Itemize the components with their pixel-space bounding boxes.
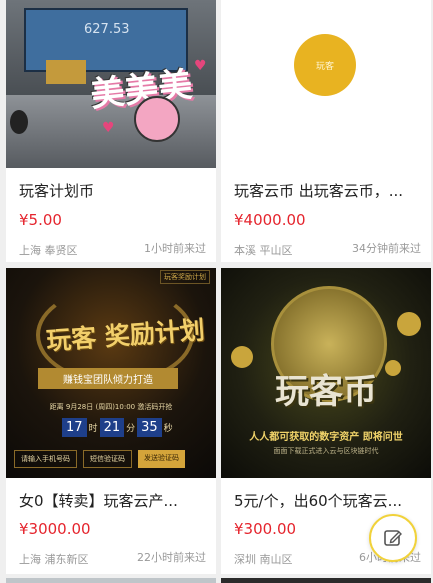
- product-image[interactable]: 玩客币 人人都可获取的数字资产 即将问世 面面下载正式进入云与区块链时代: [221, 268, 431, 478]
- product-price: ¥5.00: [19, 211, 62, 229]
- product-time: 34分钟前来过: [352, 242, 421, 255]
- product-price: ¥3000.00: [19, 520, 91, 538]
- heart-icon: ♥: [102, 120, 115, 136]
- edit-icon: [384, 530, 402, 546]
- sms-code-label: 短信验证码: [83, 450, 132, 468]
- product-price: ¥4000.00: [234, 211, 306, 229]
- screen-value: 627.53: [84, 22, 130, 37]
- promo-date: 距离 9月28日 (周四)10:00 激活码开抢: [49, 403, 173, 411]
- promo-ribbon: 赚钱宝团队倾力打造: [38, 368, 178, 389]
- product-location: 深圳 南山区: [234, 553, 293, 566]
- product-location: 上海 奉贤区: [19, 244, 78, 257]
- send-code-label: 发送验证码: [138, 450, 185, 468]
- sticker-face: [134, 96, 180, 142]
- corner-tag: 玩客奖励计划: [160, 270, 210, 284]
- product-image[interactable]: 玩客奖励计划 玩客 奖励计划 赚钱宝团队倾力打造 距离 9月28日 (周四)10…: [6, 268, 216, 478]
- product-card[interactable]: 627.53 美美美 ♥ ♥ 玩客计划币 ¥5.00 上海 奉贤区 1小时前来过: [6, 0, 216, 262]
- product-title[interactable]: 女0【转卖】玩客云产...: [19, 490, 206, 511]
- product-title[interactable]: 玩客计划币: [19, 180, 206, 201]
- product-image[interactable]: 627.53 美美美 ♥ ♥: [6, 0, 216, 168]
- coin-image: 玩客: [294, 34, 356, 96]
- product-card[interactable]: 玩客奖励计划 玩客 奖励计划 赚钱宝团队倾力打造 距离 9月28日 (周四)10…: [6, 268, 216, 574]
- coin-icon: [397, 312, 421, 336]
- product-card[interactable]: 玩客 玩客云币 出玩客云币，... ¥4000.00 本溪 平山区 34分钟前来…: [221, 0, 431, 262]
- product-location: 上海 浦东新区: [19, 553, 89, 566]
- product-time: 1小时前来过: [144, 242, 206, 255]
- product-location: 本溪 平山区: [234, 244, 293, 257]
- product-price: ¥300.00: [234, 520, 297, 538]
- promo-headline: 玩客币: [275, 372, 377, 412]
- heart-icon: ♥: [194, 58, 207, 74]
- product-title[interactable]: 玩客云币 出玩客云币，...: [234, 180, 421, 201]
- next-card-peek: [221, 578, 431, 583]
- promo-slogan: 人人都可获取的数字资产 即将问世: [249, 432, 403, 443]
- product-grid: 627.53 美美美 ♥ ♥ 玩客计划币 ¥5.00 上海 奉贤区 1小时前来过…: [0, 0, 433, 583]
- phone-input-label: 请输入手机号码: [14, 450, 77, 468]
- product-image[interactable]: 玩客: [221, 0, 431, 168]
- publish-button[interactable]: [369, 514, 417, 562]
- product-title[interactable]: 5元/个，出60个玩客云...: [234, 490, 421, 511]
- next-card-peek: [6, 578, 216, 583]
- coin-text: 玩客: [315, 61, 334, 72]
- product-time: 22小时前来过: [137, 551, 206, 564]
- promo-subline: 面面下载正式进入云与区块链时代: [273, 447, 379, 455]
- countdown: 17 时 21 分 35 秒: [62, 418, 173, 437]
